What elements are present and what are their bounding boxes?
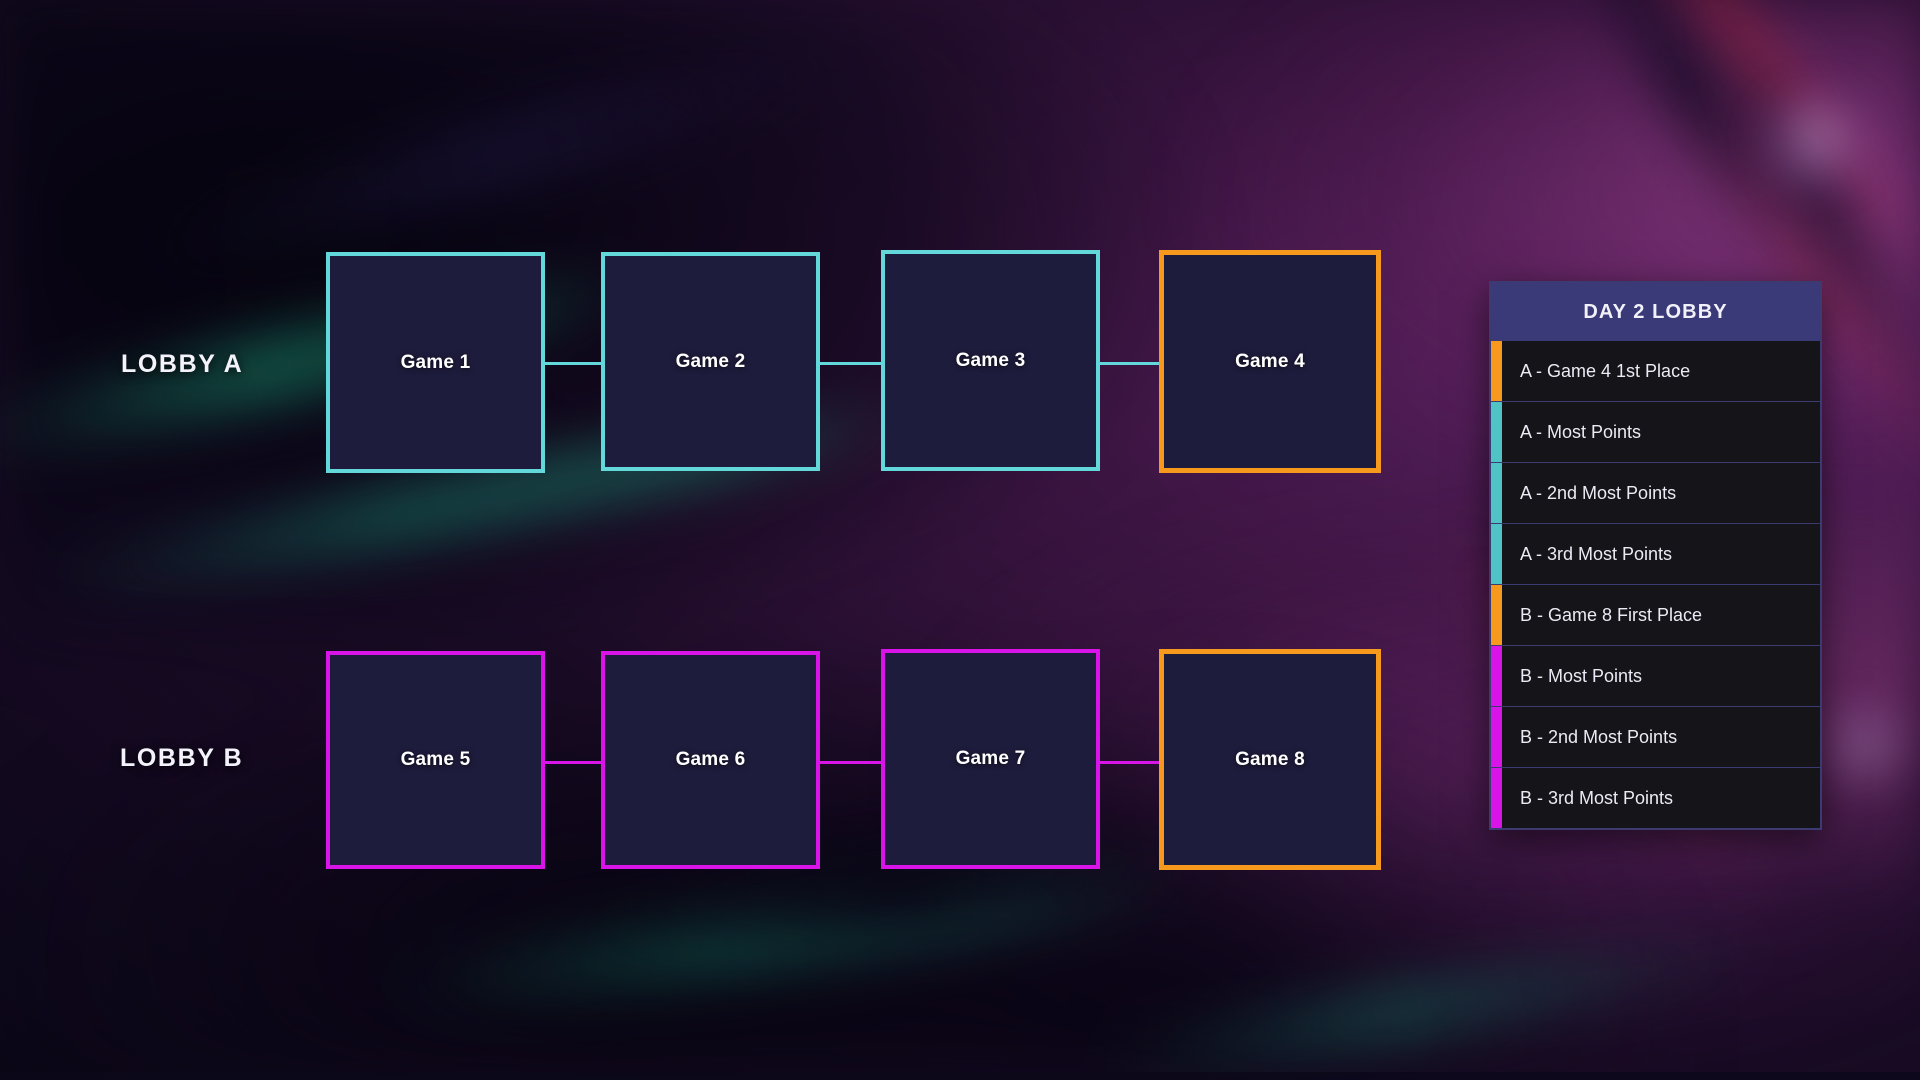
game-4-label: Game 4 — [1235, 350, 1305, 372]
list-item-label: A - Game 4 1st Place — [1520, 360, 1691, 381]
list-item[interactable]: B - 2nd Most Points — [1491, 706, 1820, 767]
row-accent-bar — [1491, 707, 1502, 767]
row-accent-bar — [1491, 402, 1502, 462]
connector-game3-game4 — [1098, 362, 1160, 365]
list-item[interactable]: B - 3rd Most Points — [1491, 767, 1820, 828]
list-item-label: B - Game 8 First Place — [1520, 604, 1703, 625]
list-item-label: A - Most Points — [1520, 421, 1642, 442]
list-item-label: A - 3rd Most Points — [1520, 543, 1673, 564]
connector-game2-game3 — [820, 362, 884, 365]
row-accent-bar — [1491, 463, 1502, 523]
row-accent-bar — [1491, 646, 1502, 706]
list-item-label: B - Most Points — [1520, 665, 1643, 686]
connector-game6-game7 — [820, 761, 884, 764]
game-box-game-6[interactable]: Game 6 — [601, 651, 820, 869]
row-accent-bar — [1491, 768, 1502, 828]
lobby-a-label: LOBBY A — [121, 350, 244, 378]
tournament-bracket-screen: LOBBY A Game 1 Game 2 Game 3 Game 4 LOBB… — [0, 0, 1920, 1080]
game-box-game-4[interactable]: Game 4 — [1159, 250, 1381, 473]
game-box-game-7[interactable]: Game 7 — [881, 649, 1100, 869]
game-box-game-2[interactable]: Game 2 — [601, 252, 820, 471]
lobby-b-label: LOBBY B — [120, 744, 244, 772]
row-accent-bar — [1491, 524, 1502, 584]
list-item[interactable]: B - Most Points — [1491, 645, 1820, 706]
panel-row-list: A - Game 4 1st Place A - Most Points A -… — [1491, 341, 1820, 828]
connector-game1-game2 — [540, 362, 602, 365]
game-3-label: Game 3 — [955, 349, 1026, 371]
game-box-game-3[interactable]: Game 3 — [881, 250, 1100, 471]
connector-game5-game6 — [540, 761, 602, 764]
game-8-label: Game 8 — [1235, 748, 1305, 770]
list-item[interactable]: A - Most Points — [1491, 401, 1820, 462]
day2-lobby-panel: DAY 2 LOBBY A - Game 4 1st Place A - Mos… — [1489, 281, 1822, 830]
game-2-label: Game 2 — [675, 350, 746, 372]
row-accent-bar — [1491, 341, 1502, 401]
row-accent-bar — [1491, 585, 1502, 645]
list-item-label: B - 2nd Most Points — [1520, 726, 1678, 747]
game-5-label: Game 5 — [400, 749, 471, 770]
list-item[interactable]: A - 3rd Most Points — [1491, 523, 1820, 584]
connector-game7-game8 — [1098, 761, 1160, 764]
game-box-game-5[interactable]: Game 5 — [326, 651, 545, 869]
list-item[interactable]: A - Game 4 1st Place — [1491, 341, 1820, 401]
game-1-label: Game 1 — [400, 351, 471, 373]
list-item[interactable]: B - Game 8 First Place — [1491, 584, 1820, 645]
game-box-game-1[interactable]: Game 1 — [326, 252, 545, 473]
game-7-label: Game 7 — [955, 748, 1026, 769]
list-item-label: A - 2nd Most Points — [1520, 482, 1677, 503]
game-6-label: Game 6 — [675, 749, 746, 770]
panel-header: DAY 2 LOBBY — [1491, 283, 1820, 341]
list-item[interactable]: A - 2nd Most Points — [1491, 462, 1820, 523]
list-item-label: B - 3rd Most Points — [1520, 787, 1674, 808]
panel-title: DAY 2 LOBBY — [1583, 300, 1728, 323]
game-box-game-8[interactable]: Game 8 — [1159, 649, 1381, 870]
